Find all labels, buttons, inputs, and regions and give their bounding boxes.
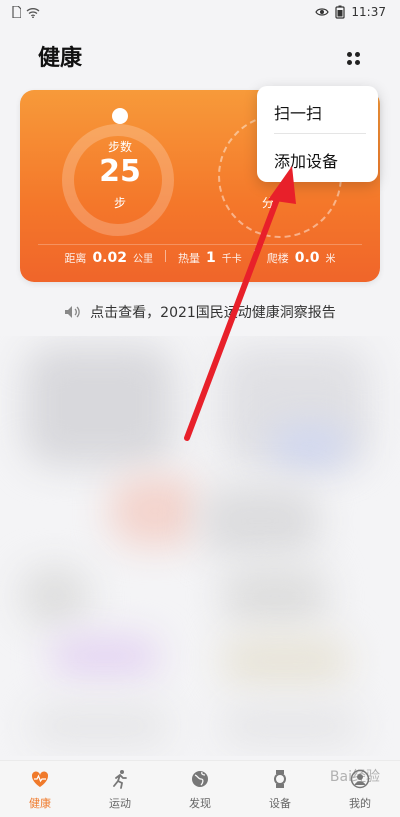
watermark: Bai经验	[329, 769, 380, 785]
floors-unit: 米	[325, 254, 336, 265]
tab-devices[interactable]: 设备	[240, 761, 320, 817]
tab-label: 健康	[29, 797, 51, 810]
tab-label: 运动	[109, 797, 131, 810]
wifi-icon	[26, 7, 40, 18]
floors-value: 0.0	[294, 250, 320, 266]
menu-divider	[274, 133, 366, 134]
steps-unit: 步	[113, 196, 126, 210]
stat-divider	[164, 250, 166, 262]
calories-value: 1	[205, 250, 216, 266]
popup-menu: 扫一扫 添加设备	[257, 86, 378, 182]
more-menu-button[interactable]	[338, 44, 368, 74]
steps-ring-marker	[112, 108, 128, 124]
page-title: 健康	[38, 46, 83, 71]
distance-value: 0.02	[92, 250, 127, 266]
menu-item-scan[interactable]: 扫一扫	[274, 100, 322, 124]
steps-label: 步数	[107, 140, 132, 154]
stats-row: 距离 0.02 公里 热量 1 千卡 爬楼 0.0 米	[20, 250, 380, 274]
tab-label: 设备	[269, 797, 291, 810]
blurred-content	[0, 336, 400, 756]
tab-discover[interactable]: 发现	[160, 761, 240, 817]
tab-label: 我的	[349, 797, 371, 810]
tab-health[interactable]: 健康	[0, 761, 80, 817]
tab-label: 发现	[189, 797, 211, 810]
card-divider	[38, 244, 362, 245]
globe-icon	[192, 771, 208, 787]
menu-item-add-device[interactable]: 添加设备	[274, 148, 338, 172]
sim-card-icon	[12, 6, 21, 18]
header: 健康	[0, 26, 400, 88]
distance-label: 距离	[64, 252, 87, 265]
status-bar: 11:37	[0, 0, 400, 26]
calories-label: 热量	[177, 252, 200, 265]
distance-unit: 公里	[132, 254, 153, 265]
calories-unit: 千卡	[221, 254, 242, 265]
steps-value: 25	[99, 154, 141, 189]
running-icon	[113, 770, 127, 789]
tab-exercise[interactable]: 运动	[80, 761, 160, 817]
report-notice[interactable]: 点击查看，2021国民运动健康洞察报告	[0, 300, 400, 324]
stat-divider	[253, 250, 255, 262]
activity-ring-unit: 分	[262, 196, 275, 210]
watch-icon	[274, 770, 286, 788]
speaker-icon	[65, 306, 80, 318]
notice-text: 点击查看，2021国民运动健康洞察报告	[90, 305, 336, 321]
floors-label: 爬楼	[266, 252, 289, 265]
battery-icon	[335, 5, 346, 19]
clock: 11:37	[351, 5, 386, 19]
heart-pulse-icon	[31, 771, 49, 787]
eye-icon	[315, 8, 330, 16]
more-dots-icon	[347, 52, 352, 57]
